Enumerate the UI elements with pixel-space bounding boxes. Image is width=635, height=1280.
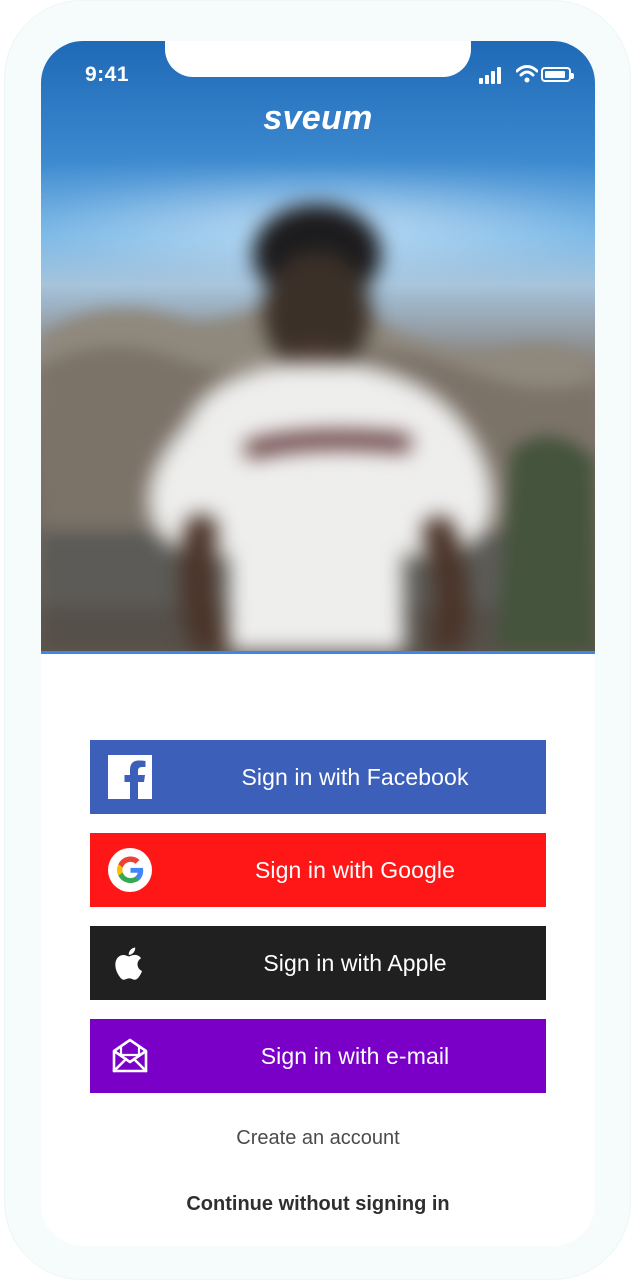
- apple-signin-button[interactable]: Sign in with Apple: [90, 926, 546, 1000]
- status-time: 9:41: [85, 63, 130, 86]
- page: 9:41 sveum Sign in with Facebook Sign in…: [0, 0, 635, 1280]
- apple-icon: [115, 947, 142, 980]
- apple-signin-label: Sign in with Apple: [263, 950, 447, 976]
- facebook-signin-label: Sign in with Facebook: [241, 764, 469, 790]
- device-notch: [165, 41, 471, 77]
- status-bar: 9:41: [41, 41, 595, 93]
- email-signin-label: Sign in with e-mail: [260, 1043, 450, 1069]
- google-icon: [108, 848, 152, 892]
- battery-fill: [545, 71, 565, 78]
- signal-icon: [479, 66, 507, 84]
- person-silhouette: [148, 204, 493, 651]
- facebook-icon: [108, 755, 152, 799]
- create-account-link[interactable]: Create an account: [41, 1127, 595, 1150]
- continue-without-signing-in-link[interactable]: Continue without signing in: [41, 1193, 595, 1216]
- signin-button-group: Sign in with Facebook Sign in with Googl…: [90, 740, 546, 1093]
- battery-cap: [571, 73, 574, 79]
- hero-photo: 9:41 sveum: [41, 41, 595, 654]
- email-signin-button[interactable]: Sign in with e-mail: [90, 1019, 546, 1093]
- phone-screen: 9:41 sveum Sign in with Facebook Sign in…: [41, 41, 595, 1246]
- facebook-signin-button[interactable]: Sign in with Facebook: [90, 740, 546, 814]
- email-icon: [112, 1038, 148, 1073]
- wifi-icon: [516, 65, 538, 83]
- google-signin-button[interactable]: Sign in with Google: [90, 833, 546, 907]
- battery-icon: [541, 67, 574, 82]
- status-icons: [479, 65, 574, 85]
- brand-logo: sveum: [263, 99, 373, 137]
- google-signin-label: Sign in with Google: [254, 857, 456, 883]
